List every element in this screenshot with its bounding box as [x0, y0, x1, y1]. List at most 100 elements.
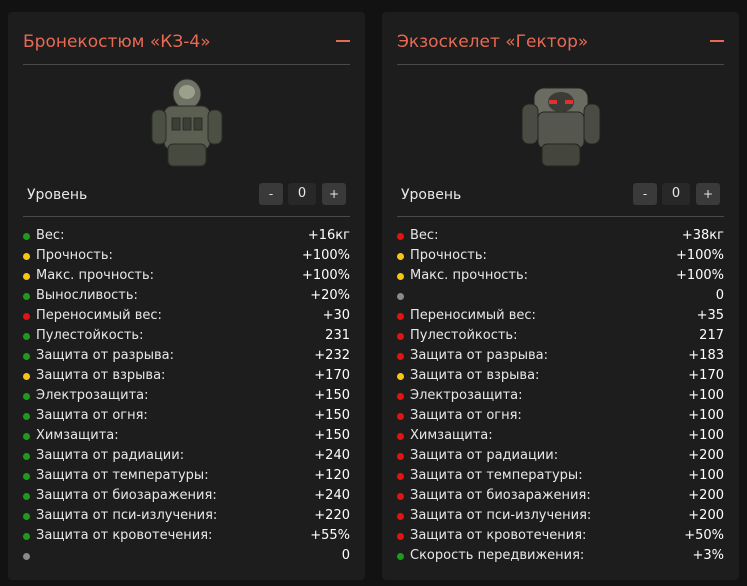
card-title: Бронекостюм «КЗ-4» — [23, 32, 211, 52]
status-dot-icon — [23, 553, 30, 560]
level-decrement-button[interactable]: - — [633, 183, 657, 205]
status-dot-icon — [397, 513, 404, 520]
stat-row: Защита от температуры: +120 — [23, 466, 350, 486]
stat-name: Защита от биозаражения: — [410, 488, 591, 503]
stat-row: Прочность: +100% — [23, 246, 350, 266]
stat-row: Скорость передвижения: +3% — [397, 546, 724, 566]
stat-row: Химзащита: +100 — [397, 426, 724, 446]
status-dot-icon — [23, 353, 30, 360]
stat-row: Защита от огня: +150 — [23, 406, 350, 426]
stat-value: +100 — [688, 408, 724, 423]
stat-row: Защита от пси-излучения: +200 — [397, 506, 724, 526]
level-row: Уровень - 0 + — [23, 180, 350, 217]
stat-value: +232 — [314, 348, 350, 363]
stat-value: +100% — [675, 268, 724, 283]
stat-row: Вес: +38кг — [397, 226, 724, 246]
stat-value: +183 — [688, 348, 724, 363]
level-increment-button[interactable]: + — [322, 183, 346, 205]
stat-value: +30 — [322, 308, 350, 323]
stat-name: Макс. прочность: — [410, 268, 529, 283]
stat-value: +100 — [688, 388, 724, 403]
stat-name: Защита от взрыва: — [410, 368, 540, 383]
minus-icon[interactable] — [710, 40, 724, 42]
minus-icon[interactable] — [336, 40, 350, 42]
stat-value: +16кг — [307, 228, 350, 243]
status-dot-icon — [23, 533, 30, 540]
status-dot-icon — [23, 393, 30, 400]
stat-value: 217 — [699, 328, 724, 343]
status-dot-icon — [23, 333, 30, 340]
stat-value: +150 — [314, 408, 350, 423]
status-dot-icon — [23, 413, 30, 420]
stat-value: +20% — [310, 288, 350, 303]
stat-row: Защита от температуры: +100 — [397, 466, 724, 486]
stat-row: Прочность: +100% — [397, 246, 724, 266]
stats-list: Вес: +16кг Прочность: +100% Макс. прочность:… — [23, 226, 350, 566]
status-dot-icon — [23, 433, 30, 440]
stat-name: Переносимый вес: — [36, 308, 162, 323]
stat-row: 0 — [397, 286, 724, 306]
status-dot-icon — [23, 313, 30, 320]
stat-value: +35 — [696, 308, 724, 323]
status-dot-icon — [23, 513, 30, 520]
armor-image — [151, 78, 222, 167]
stat-value: +100% — [301, 248, 350, 263]
stat-row: Защита от кровотечения: +55% — [23, 526, 350, 546]
level-decrement-button[interactable]: - — [259, 183, 283, 205]
stat-row: Защита от биозаражения: +240 — [23, 486, 350, 506]
level-value-field[interactable]: 0 — [662, 183, 690, 205]
stat-name: Переносимый вес: — [410, 308, 536, 323]
level-label: Уровень — [401, 187, 462, 203]
stat-value: +150 — [314, 388, 350, 403]
stat-value: 231 — [325, 328, 350, 343]
stat-value: +100% — [675, 248, 724, 263]
stat-name: Защита от кровотечения: — [410, 528, 587, 543]
stat-value: +200 — [688, 508, 724, 523]
stat-name: Пулестойкость: — [410, 328, 518, 343]
level-value-field[interactable]: 0 — [288, 183, 316, 205]
stat-name: Защита от огня: — [36, 408, 148, 423]
card-title: Экзоскелет «Гектор» — [397, 32, 589, 52]
stat-row: Вес: +16кг — [23, 226, 350, 246]
stat-row: Защита от взрыва: +170 — [397, 366, 724, 386]
stat-value: +220 — [314, 508, 350, 523]
stat-value: 0 — [715, 288, 724, 303]
stat-row: Электрозащита: +100 — [397, 386, 724, 406]
stat-name: Электрозащита: — [410, 388, 523, 403]
stat-name: Защита от кровотечения: — [36, 528, 213, 543]
status-dot-icon — [23, 293, 30, 300]
stat-row: Химзащита: +150 — [23, 426, 350, 446]
stat-row: Защита от радиации: +200 — [397, 446, 724, 466]
stat-row: Защита от разрыва: +232 — [23, 346, 350, 366]
stat-value: +120 — [314, 468, 350, 483]
stat-name: Защита от радиации: — [410, 448, 559, 463]
status-dot-icon — [397, 293, 404, 300]
stat-row: Переносимый вес: +35 — [397, 306, 724, 326]
status-dot-icon — [23, 233, 30, 240]
status-dot-icon — [397, 253, 404, 260]
stat-name: Вес: — [410, 228, 439, 243]
stat-row: Переносимый вес: +30 — [23, 306, 350, 326]
status-dot-icon — [397, 413, 404, 420]
stat-row: Макс. прочность: +100% — [23, 266, 350, 286]
armor-image — [521, 87, 600, 167]
stats-list: Вес: +38кг Прочность: +100% Макс. прочность:… — [397, 226, 724, 566]
status-dot-icon — [397, 373, 404, 380]
status-dot-icon — [23, 473, 30, 480]
stat-value: 0 — [341, 548, 350, 563]
stat-name: Защита от разрыва: — [36, 348, 174, 363]
stat-value: +3% — [692, 548, 724, 563]
stat-row: Пулестойкость: 231 — [23, 326, 350, 346]
level-label: Уровень — [27, 187, 88, 203]
stat-value: +170 — [314, 368, 350, 383]
level-increment-button[interactable]: + — [696, 183, 720, 205]
stat-name: Пулестойкость: — [36, 328, 144, 343]
stat-name: Прочность: — [36, 248, 113, 263]
stat-name: Химзащита: — [36, 428, 119, 443]
stat-row: Защита от разрыва: +183 — [397, 346, 724, 366]
status-dot-icon — [397, 233, 404, 240]
stat-name: Защита от температуры: — [36, 468, 209, 483]
status-dot-icon — [397, 453, 404, 460]
stat-name: Выносливость: — [36, 288, 138, 303]
stat-row: Пулестойкость: 217 — [397, 326, 724, 346]
